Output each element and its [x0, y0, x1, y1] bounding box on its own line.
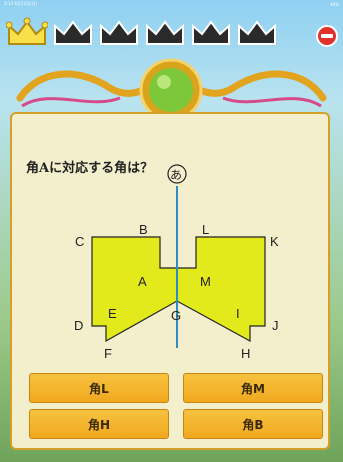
- status-battery: 40%: [330, 1, 339, 7]
- status-time: 3:13 4月12日(日): [4, 1, 38, 6]
- status-bar: 3:13 4月12日(日) 40%: [0, 0, 343, 8]
- answer-button-4[interactable]: 角B: [183, 409, 323, 439]
- crown-gold-icon: [6, 17, 48, 45]
- answer-button-1[interactable]: 角L: [29, 373, 169, 403]
- stop-button[interactable]: [316, 25, 338, 47]
- crown-dark-icon: [54, 20, 92, 45]
- answer-button-2[interactable]: 角M: [183, 373, 323, 403]
- crown-dark-icon: [146, 20, 184, 45]
- question-text: 角Aに対応する角は？: [26, 161, 154, 176]
- crown-dark-icon: [192, 20, 230, 45]
- crown-dark-icon: [238, 20, 276, 45]
- answer-button-3[interactable]: 角H: [29, 409, 169, 439]
- progress-crowns: [6, 16, 278, 48]
- crown-dark-icon: [100, 20, 138, 45]
